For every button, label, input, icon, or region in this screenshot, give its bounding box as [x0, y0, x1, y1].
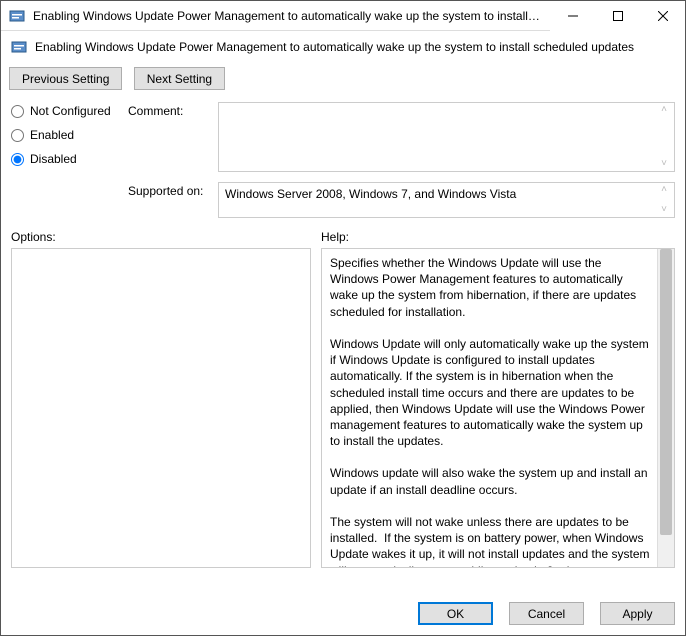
radio-not-configured[interactable]: Not Configured	[11, 104, 116, 118]
radio-not-configured-label: Not Configured	[30, 104, 111, 118]
radio-enabled-label: Enabled	[30, 128, 74, 142]
comment-value	[219, 103, 674, 171]
supported-value: Windows Server 2008, Windows 7, and Wind…	[219, 183, 674, 217]
help-text: Specifies whether the Windows Update wil…	[322, 249, 657, 567]
help-label: Help:	[321, 230, 675, 244]
chevron-up-icon: ˄	[656, 105, 672, 115]
section-labels: Options: Help:	[1, 218, 685, 248]
chevron-down-icon: ˅	[656, 205, 672, 215]
policy-title: Enabling Windows Update Power Management…	[35, 40, 634, 54]
ok-button[interactable]: OK	[418, 602, 493, 625]
comment-field[interactable]: ˄˅	[218, 102, 675, 172]
footer: OK Cancel Apply	[1, 592, 685, 635]
title-bar: Enabling Windows Update Power Management…	[1, 1, 685, 31]
window-title: Enabling Windows Update Power Management…	[33, 9, 550, 23]
policy-header: Enabling Windows Update Power Management…	[1, 31, 685, 63]
nav-row: Previous Setting Next Setting	[1, 63, 685, 96]
help-panel: Specifies whether the Windows Update wil…	[321, 248, 675, 568]
radio-enabled-input[interactable]	[11, 129, 24, 142]
comment-grid: Comment: ˄˅ Supported on: Windows Server…	[128, 102, 675, 218]
next-setting-button[interactable]: Next Setting	[134, 67, 225, 90]
cancel-button[interactable]: Cancel	[509, 602, 584, 625]
config-area: Not Configured Enabled Disabled Comment:…	[1, 96, 685, 218]
options-panel	[11, 248, 311, 568]
apply-button[interactable]: Apply	[600, 602, 675, 625]
close-button[interactable]	[640, 1, 685, 31]
previous-setting-button[interactable]: Previous Setting	[9, 67, 122, 90]
radio-not-configured-input[interactable]	[11, 105, 24, 118]
options-label: Options:	[11, 230, 311, 244]
policy-icon	[11, 39, 27, 55]
comment-label: Comment:	[128, 102, 218, 118]
minimize-button[interactable]	[550, 1, 595, 31]
maximize-button[interactable]	[595, 1, 640, 31]
comment-scroll[interactable]: ˄˅	[656, 103, 672, 171]
chevron-up-icon: ˄	[656, 185, 672, 195]
state-radios: Not Configured Enabled Disabled	[11, 102, 116, 218]
panels: Specifies whether the Windows Update wil…	[1, 248, 685, 592]
radio-disabled-label: Disabled	[30, 152, 77, 166]
supported-field: Windows Server 2008, Windows 7, and Wind…	[218, 182, 675, 218]
chevron-down-icon: ˅	[656, 159, 672, 169]
supported-scroll[interactable]: ˄˅	[656, 183, 672, 217]
help-scrollbar[interactable]	[657, 249, 674, 567]
radio-disabled-input[interactable]	[11, 153, 24, 166]
policy-icon	[9, 8, 25, 24]
radio-enabled[interactable]: Enabled	[11, 128, 116, 142]
radio-disabled[interactable]: Disabled	[11, 152, 116, 166]
supported-label: Supported on:	[128, 182, 218, 198]
